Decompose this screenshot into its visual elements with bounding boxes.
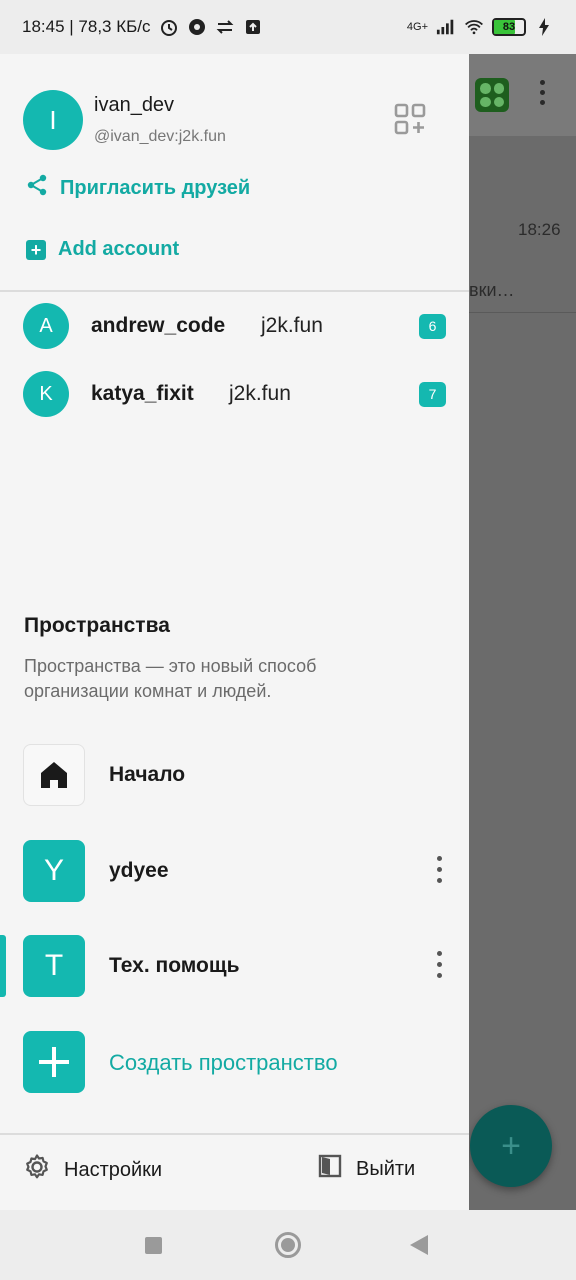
- account-row-andrew[interactable]: A andrew_code j2k.fun 6: [0, 298, 469, 354]
- plus-icon: [23, 1031, 85, 1093]
- space-avatar: T: [23, 935, 85, 997]
- invite-friends-label: Пригласить друзей: [60, 176, 251, 199]
- system-nav-bar: [0, 1210, 576, 1280]
- plus-icon: +: [501, 1126, 521, 1165]
- create-space-label: Создать пространство: [109, 1050, 338, 1075]
- back-button[interactable]: [410, 1235, 428, 1255]
- qr-code-icon[interactable]: [393, 102, 427, 136]
- gear-icon: [24, 1154, 50, 1186]
- logout-label: Выйти: [356, 1157, 416, 1180]
- new-chat-fab: +: [470, 1105, 552, 1187]
- unread-badge: 6: [419, 313, 446, 339]
- add-box-icon: +: [26, 239, 46, 260]
- logout-door-icon: [318, 1154, 342, 1184]
- app-notification-icon: [187, 17, 207, 37]
- home-button[interactable]: [275, 1232, 301, 1258]
- account-name: katya_fixit: [91, 382, 194, 405]
- settings-button[interactable]: Настройки: [24, 1154, 162, 1186]
- status-bar: 18:45 | 78,3 КБ/с 4G+ 83: [0, 0, 576, 54]
- account-name: andrew_code: [91, 314, 226, 337]
- unread-badge: 7: [419, 381, 446, 407]
- spaces-description: Пространства — это новый способ организа…: [24, 656, 317, 701]
- space-label: ydyee: [109, 859, 169, 882]
- settings-label: Настройки: [64, 1158, 163, 1181]
- profile-name: ivan_dev: [94, 94, 175, 116]
- account-avatar: A: [23, 303, 69, 349]
- profile-avatar[interactable]: I: [23, 90, 83, 150]
- more-options-icon[interactable]: [437, 951, 445, 978]
- upload-icon: [243, 17, 263, 37]
- account-row-katya[interactable]: K katya_fixit j2k.fun 7: [0, 366, 469, 422]
- more-options-icon[interactable]: [437, 856, 445, 883]
- charging-icon: [534, 17, 554, 37]
- space-item-home[interactable]: Начало: [0, 744, 469, 806]
- battery-icon: 83: [492, 18, 526, 36]
- active-space-indicator: [0, 935, 6, 997]
- space-avatar: Y: [23, 840, 85, 902]
- logout-button[interactable]: Выйти: [318, 1154, 415, 1184]
- network-type-label: 4G+: [406, 21, 428, 33]
- add-account-button[interactable]: + Add account: [26, 238, 179, 261]
- space-label: Тех. помощь: [109, 954, 240, 977]
- battery-level: 83: [502, 21, 516, 33]
- more-options-icon: [540, 80, 548, 105]
- invite-friends-button[interactable]: Пригласить друзей: [26, 174, 250, 202]
- signal-icon: [436, 17, 456, 37]
- spaces-section-title: Пространства: [24, 614, 170, 637]
- alarm-icon: [159, 17, 179, 37]
- home-icon: [23, 744, 85, 806]
- status-time-speed: 18:45 | 78,3 КБ/с: [22, 17, 151, 36]
- recents-button[interactable]: [145, 1237, 162, 1254]
- divider: [0, 290, 469, 292]
- background-room-time: 18:26: [518, 220, 561, 239]
- space-item-tech-support[interactable]: T Тех. помощь: [0, 935, 469, 997]
- profile-handle: @ivan_dev:j2k.fun: [94, 128, 226, 145]
- create-space-button[interactable]: Создать пространство: [0, 1031, 469, 1093]
- share-icon: [26, 174, 48, 202]
- spaces-grid-icon: [475, 78, 509, 112]
- background-room-snippet: вки…: [469, 280, 515, 300]
- account-avatar: K: [23, 371, 69, 417]
- navigation-drawer: I ivan_dev @ivan_dev:j2k.fun Пригласить …: [0, 54, 469, 1210]
- space-item-ydyee[interactable]: Y ydyee: [0, 840, 469, 902]
- account-server: j2k.fun: [229, 382, 291, 405]
- space-label: Начало: [109, 763, 186, 786]
- divider: [0, 1133, 469, 1135]
- account-server: j2k.fun: [261, 314, 323, 337]
- wifi-icon: [464, 17, 484, 37]
- add-account-label: Add account: [58, 238, 180, 260]
- data-transfer-icon: [215, 17, 235, 37]
- background-divider: [469, 312, 576, 313]
